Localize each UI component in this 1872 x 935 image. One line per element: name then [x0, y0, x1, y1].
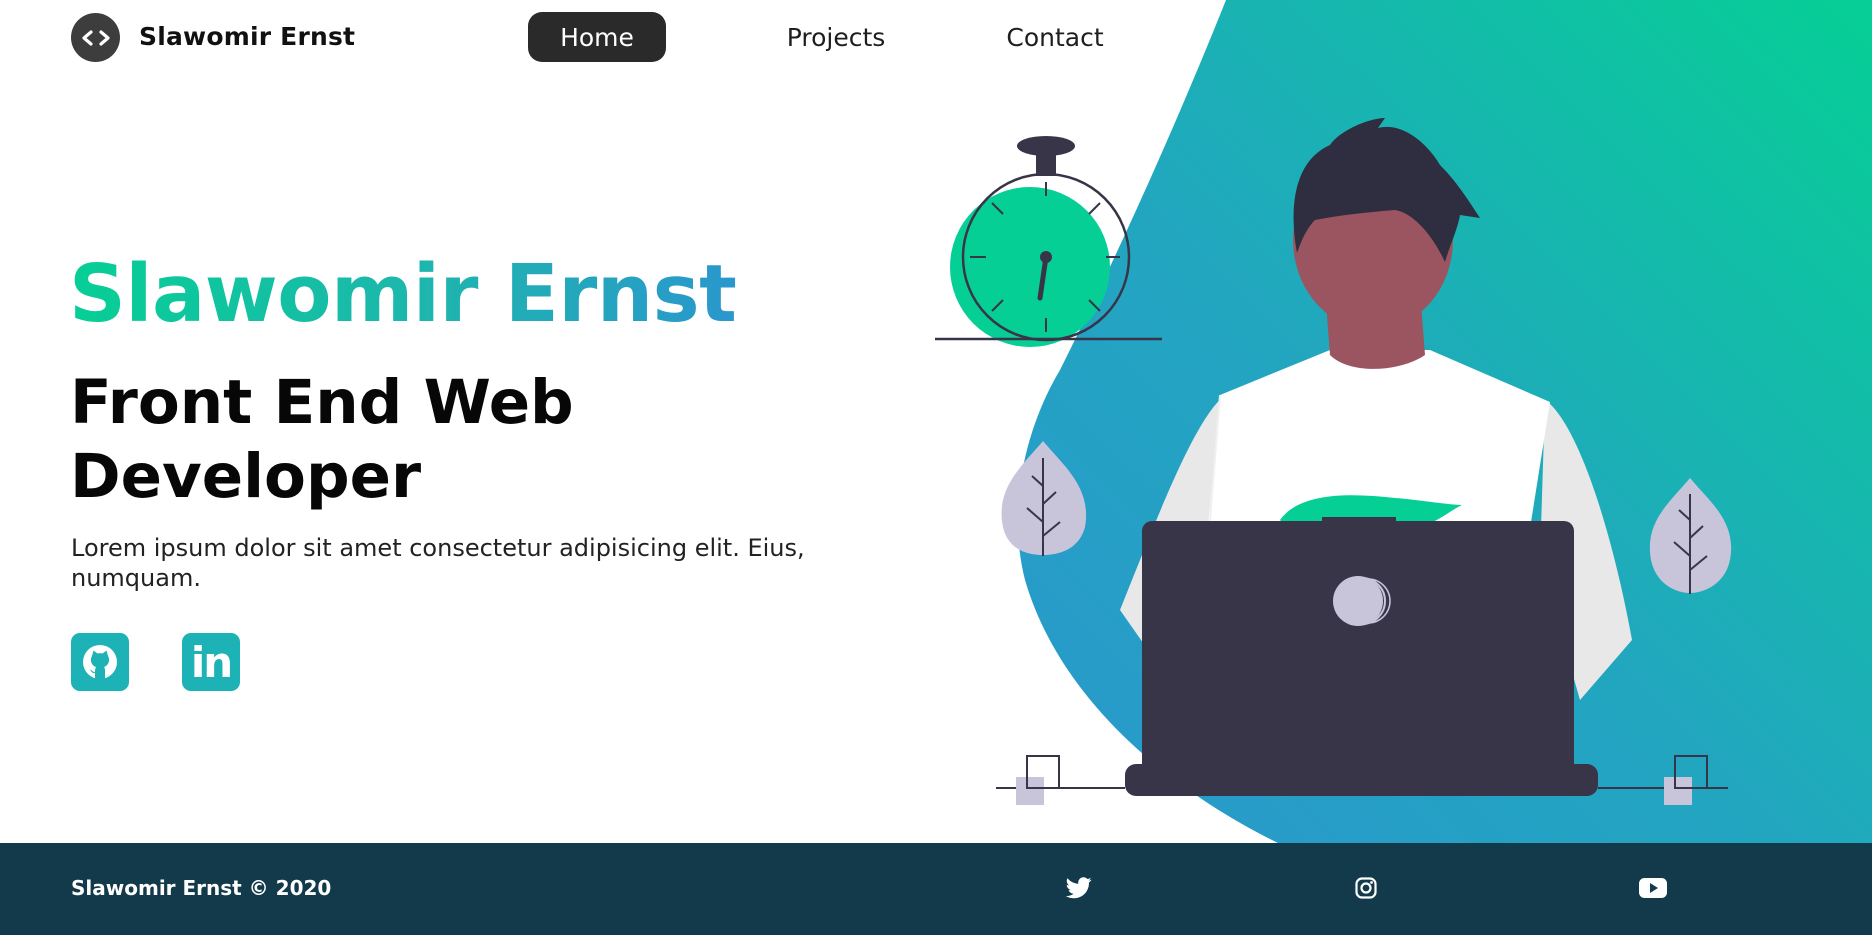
twitter-link[interactable]: [1064, 873, 1094, 903]
logo-icon[interactable]: [71, 13, 120, 62]
youtube-icon: [1639, 878, 1667, 898]
page-footer: Slawomir Ernst © 2020: [0, 843, 1872, 935]
code-brackets-icon: [81, 29, 110, 46]
hero-name: Slawomir Ernst: [69, 248, 737, 340]
footer-copyright: Slawomir Ernst © 2020: [71, 876, 332, 900]
linkedin-icon: in: [190, 637, 233, 687]
youtube-link[interactable]: [1638, 873, 1668, 903]
top-nav: Slawomir Ernst Home Projects Contact: [0, 0, 1872, 76]
plant-left-icon: [1001, 441, 1087, 556]
plant-right-icon: [1649, 478, 1732, 594]
hero-description: Lorem ipsum dolor sit amet consectetur a…: [71, 534, 805, 592]
nav-projects-link[interactable]: Projects: [760, 12, 912, 62]
nav-contact-link[interactable]: Contact: [990, 12, 1120, 62]
linkedin-link[interactable]: in: [182, 633, 240, 691]
instagram-icon: [1355, 877, 1377, 899]
twitter-icon: [1066, 877, 1092, 899]
stopwatch-icon: [935, 136, 1162, 347]
instagram-link[interactable]: [1351, 873, 1381, 903]
brand-name[interactable]: Slawomir Ernst: [139, 22, 355, 51]
nav-home-link[interactable]: Home: [528, 12, 666, 62]
github-link[interactable]: [71, 633, 129, 691]
box-decoration: [1016, 777, 1044, 805]
hero-role: Front End Web Developer: [70, 367, 574, 512]
laptop-icon: [1125, 517, 1598, 796]
github-icon: [83, 645, 117, 679]
